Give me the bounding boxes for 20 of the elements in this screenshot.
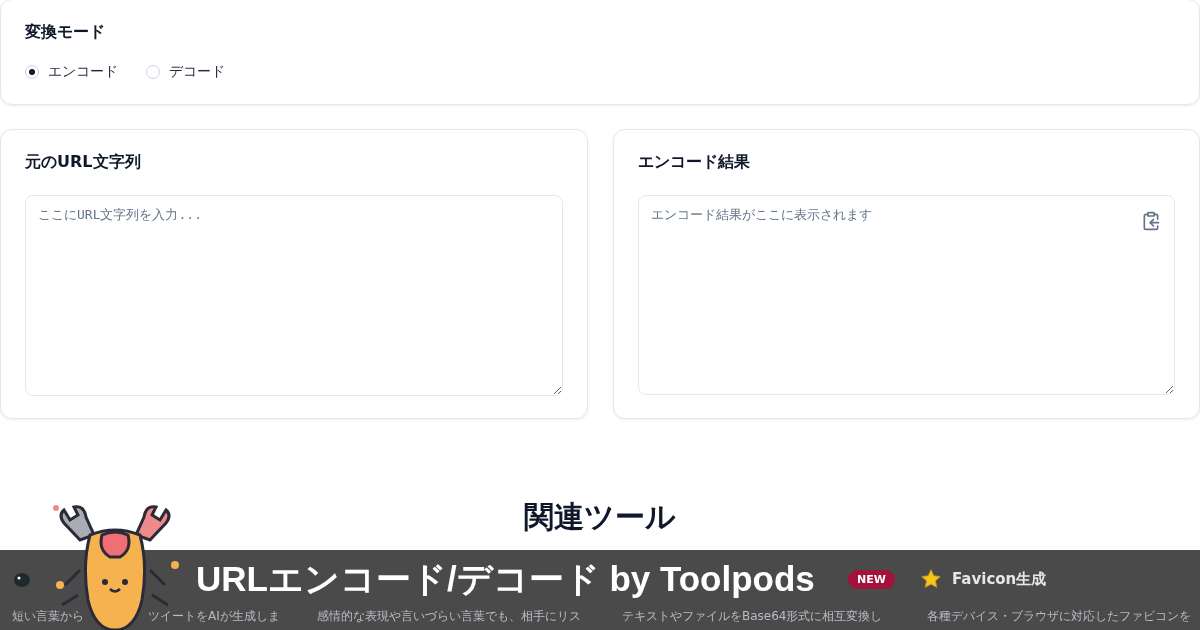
radio-label[interactable]: エンコード: [48, 63, 118, 81]
radio-button[interactable]: [25, 65, 39, 79]
banner-title: URLエンコード/デコード by Toolpods: [196, 557, 815, 600]
clipboard-icon[interactable]: [1141, 211, 1161, 231]
url-input-field[interactable]: ここにURL文字列を入力...: [25, 195, 563, 396]
section-title: 関連ツール: [523, 498, 677, 536]
result-output-field[interactable]: エンコード結果がここに表示されます: [637, 195, 1175, 395]
new-badge: NEW: [848, 569, 895, 589]
tool-description: 各種デバイス・ブラウザに対応したファビコンを: [927, 608, 1191, 625]
radio-button[interactable]: [146, 65, 160, 79]
tool-description: ツイートをAIが生成しま: [148, 608, 280, 625]
tool-description: 短い言葉から: [12, 608, 84, 625]
tool-title: Favicon生成: [952, 569, 1047, 589]
panel-title: エンコード結果: [637, 152, 751, 173]
tool-description: 感情的な表現や言いづらい言葉でも、相手にリス: [317, 608, 581, 625]
panel-title: 変換モード: [25, 22, 106, 43]
tool-description: テキストやファイルをBase64形式に相互変換し: [622, 608, 883, 625]
radio-label[interactable]: デコード: [169, 63, 225, 81]
panel-title: 元のURL文字列: [25, 152, 142, 173]
star-icon: [920, 568, 942, 590]
